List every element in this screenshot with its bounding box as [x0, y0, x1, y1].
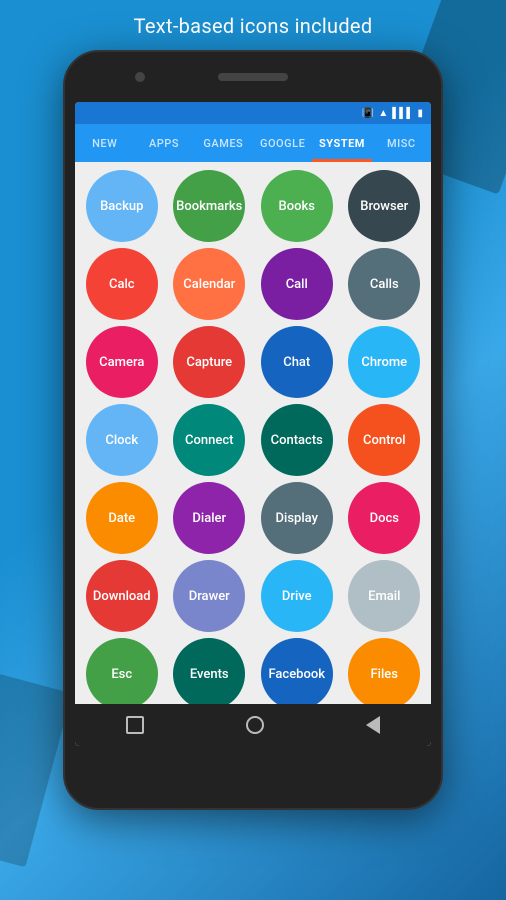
icon-item-bookmarks[interactable]: Bookmarks: [169, 170, 251, 242]
icon-item-call[interactable]: Call: [256, 248, 338, 320]
icon-circle-bookmarks[interactable]: Bookmarks: [173, 170, 245, 242]
icon-item-drive[interactable]: Drive: [256, 560, 338, 632]
icon-circle-drawer[interactable]: Drawer: [173, 560, 245, 632]
phone-speaker: [218, 73, 288, 81]
icon-circle-call[interactable]: Call: [261, 248, 333, 320]
status-bar: 📳 ▲ ▌▌▌ ▮: [75, 102, 431, 124]
back-button[interactable]: [366, 716, 380, 734]
icon-circle-connect[interactable]: Connect: [173, 404, 245, 476]
icon-item-calc[interactable]: Calc: [81, 248, 163, 320]
icon-circle-chrome[interactable]: Chrome: [348, 326, 420, 398]
icon-circle-display[interactable]: Display: [261, 482, 333, 554]
icon-circle-docs[interactable]: Docs: [348, 482, 420, 554]
icon-item-books[interactable]: Books: [256, 170, 338, 242]
icon-circle-browser[interactable]: Browser: [348, 170, 420, 242]
icon-item-date[interactable]: Date: [81, 482, 163, 554]
icon-item-connect[interactable]: Connect: [169, 404, 251, 476]
tab-google[interactable]: GOOGLE: [253, 124, 312, 162]
icon-circle-books[interactable]: Books: [261, 170, 333, 242]
icon-item-contacts[interactable]: Contacts: [256, 404, 338, 476]
icon-item-docs[interactable]: Docs: [344, 482, 426, 554]
icon-item-download[interactable]: Download: [81, 560, 163, 632]
tab-bar: NEW APPS GAMES GOOGLE SYSTEM MISC: [75, 124, 431, 162]
icon-item-events[interactable]: Events: [169, 638, 251, 704]
icon-circle-contacts[interactable]: Contacts: [261, 404, 333, 476]
tab-new[interactable]: NEW: [75, 124, 134, 162]
icon-item-email[interactable]: Email: [344, 560, 426, 632]
icon-circle-download[interactable]: Download: [86, 560, 158, 632]
icon-circle-facebook[interactable]: Facebook: [261, 638, 333, 704]
icon-circle-calc[interactable]: Calc: [86, 248, 158, 320]
recent-apps-button[interactable]: [126, 716, 144, 734]
icon-circle-events[interactable]: Events: [173, 638, 245, 704]
icon-circle-email[interactable]: Email: [348, 560, 420, 632]
battery-icon: ▮: [417, 108, 423, 119]
icon-circle-clock[interactable]: Clock: [86, 404, 158, 476]
icon-item-calendar[interactable]: Calendar: [169, 248, 251, 320]
icon-circle-date[interactable]: Date: [86, 482, 158, 554]
icon-item-camera[interactable]: Camera: [81, 326, 163, 398]
icon-circle-control[interactable]: Control: [348, 404, 420, 476]
bg-decoration-bottom: [0, 673, 72, 868]
icon-circle-camera[interactable]: Camera: [86, 326, 158, 398]
vibrate-icon: 📳: [362, 108, 374, 119]
icon-item-display[interactable]: Display: [256, 482, 338, 554]
icons-grid: BackupBookmarksBooksBrowserCalcCalendarC…: [75, 162, 431, 704]
icon-item-capture[interactable]: Capture: [169, 326, 251, 398]
icon-item-facebook[interactable]: Facebook: [256, 638, 338, 704]
phone-camera: [135, 72, 145, 82]
icon-item-chrome[interactable]: Chrome: [344, 326, 426, 398]
phone-top-bar: [65, 52, 441, 102]
icon-item-browser[interactable]: Browser: [344, 170, 426, 242]
icon-item-backup[interactable]: Backup: [81, 170, 163, 242]
icon-item-esc[interactable]: Esc: [81, 638, 163, 704]
icon-item-chat[interactable]: Chat: [256, 326, 338, 398]
icon-item-control[interactable]: Control: [344, 404, 426, 476]
icon-item-clock[interactable]: Clock: [81, 404, 163, 476]
icon-item-drawer[interactable]: Drawer: [169, 560, 251, 632]
phone-frame: 📳 ▲ ▌▌▌ ▮ NEW APPS GAMES GOOGLE SYSTEM M…: [63, 50, 443, 810]
icon-item-files[interactable]: Files: [344, 638, 426, 704]
icon-circle-calls[interactable]: Calls: [348, 248, 420, 320]
icon-circle-backup[interactable]: Backup: [86, 170, 158, 242]
icon-circle-chat[interactable]: Chat: [261, 326, 333, 398]
bottom-nav: [75, 704, 431, 746]
icon-circle-capture[interactable]: Capture: [173, 326, 245, 398]
icon-item-calls[interactable]: Calls: [344, 248, 426, 320]
icon-circle-dialer[interactable]: Dialer: [173, 482, 245, 554]
icon-item-dialer[interactable]: Dialer: [169, 482, 251, 554]
icon-circle-esc[interactable]: Esc: [86, 638, 158, 704]
icon-circle-files[interactable]: Files: [348, 638, 420, 704]
icon-circle-drive[interactable]: Drive: [261, 560, 333, 632]
tab-system[interactable]: SYSTEM: [312, 124, 371, 162]
wifi-icon: ▲: [378, 108, 388, 119]
signal-icon: ▌▌▌: [392, 108, 413, 119]
icon-circle-calendar[interactable]: Calendar: [173, 248, 245, 320]
tab-apps[interactable]: APPS: [134, 124, 193, 162]
header-title: Text-based icons included: [134, 0, 373, 50]
phone-screen: 📳 ▲ ▌▌▌ ▮ NEW APPS GAMES GOOGLE SYSTEM M…: [75, 102, 431, 746]
tab-games[interactable]: GAMES: [194, 124, 253, 162]
tab-misc[interactable]: MISC: [372, 124, 431, 162]
home-button[interactable]: [246, 716, 264, 734]
